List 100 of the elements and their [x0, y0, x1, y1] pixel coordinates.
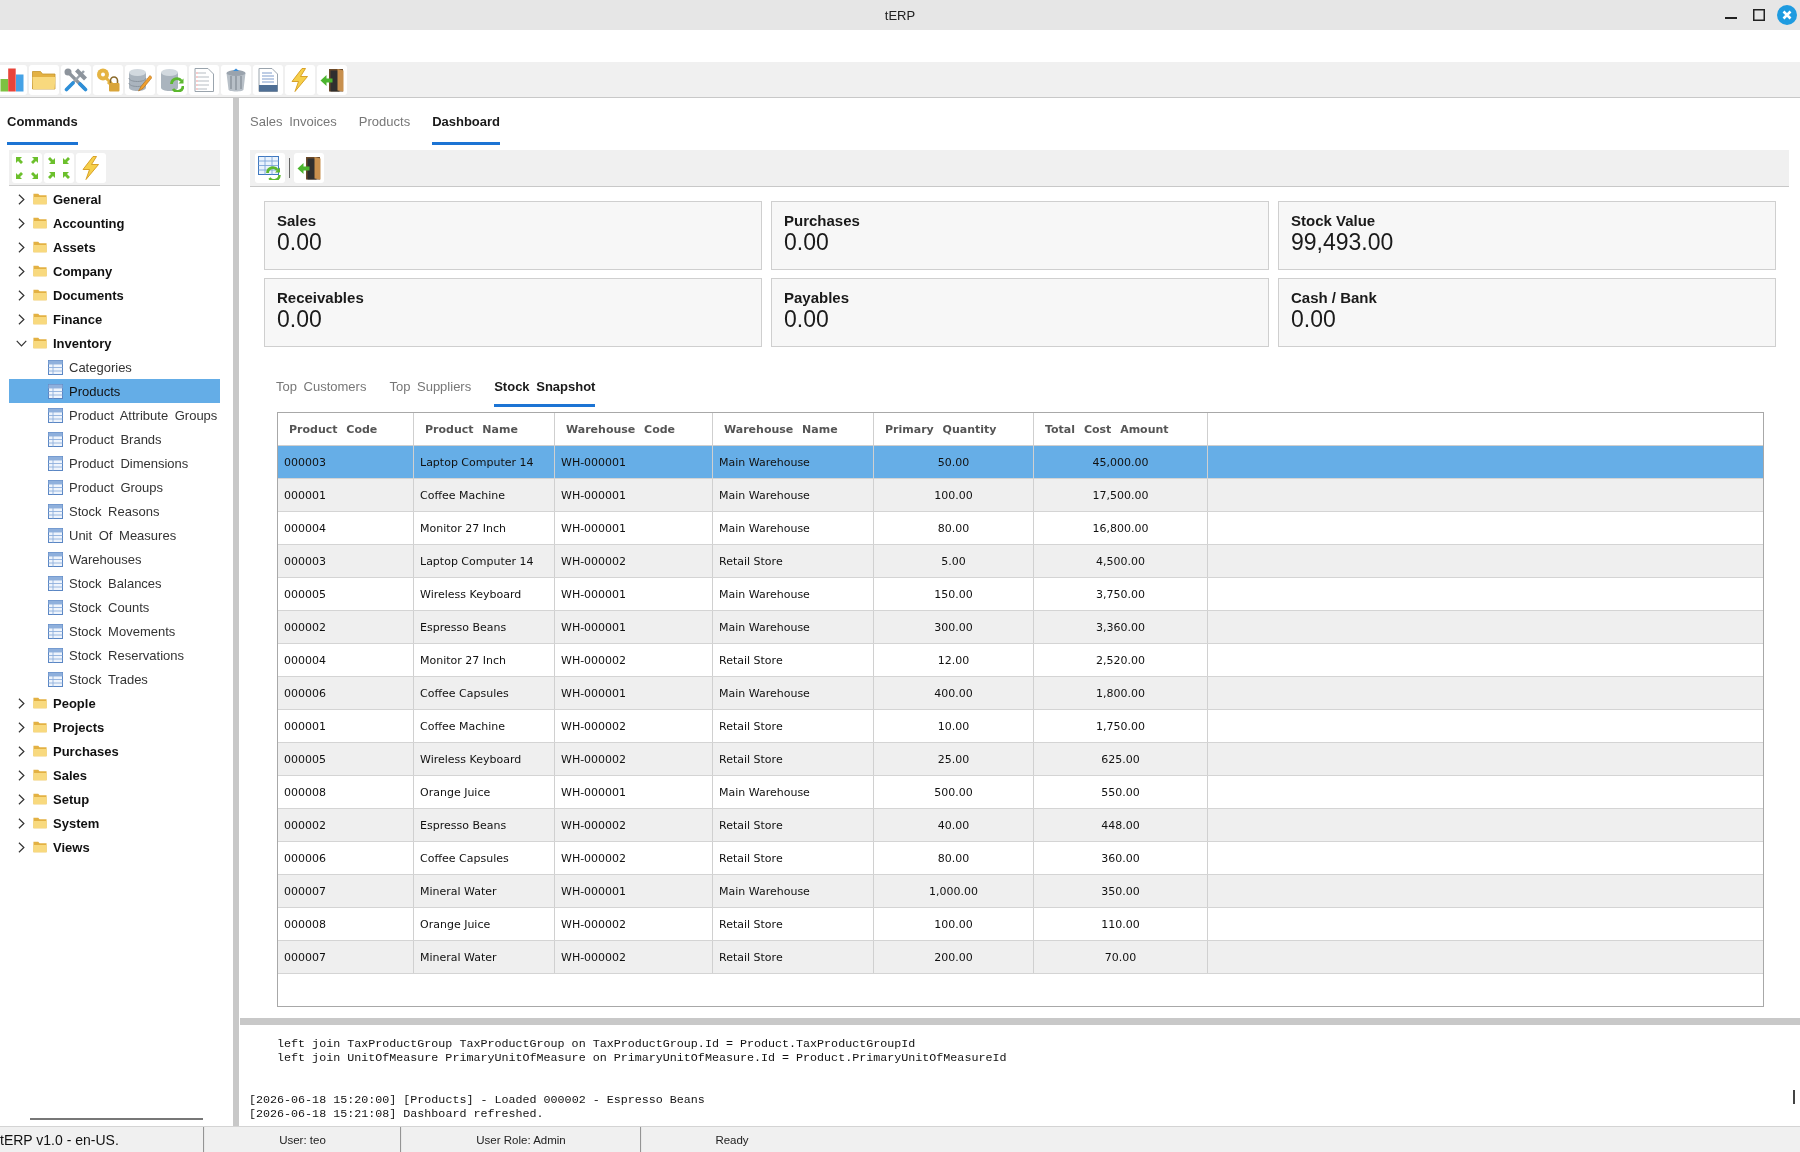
table-cell: Laptop Computer 14: [414, 545, 555, 577]
exit-button[interactable]: [294, 153, 324, 183]
table-row[interactable]: 000006 Coffee Capsules WH-000001 Main Warehouse 400.00 1,800.00: [278, 677, 1763, 710]
table-cell: 448.00: [1034, 809, 1208, 841]
tree-item[interactable]: Warehouses: [9, 547, 220, 571]
table-icon: [48, 455, 63, 471]
tree-item[interactable]: Stock Reasons: [9, 499, 220, 523]
table-icon: [48, 623, 63, 639]
card-label: Receivables: [277, 288, 364, 307]
tree-item[interactable]: Stock Reservations: [9, 643, 220, 667]
tree-item[interactable]: Accounting: [9, 211, 220, 235]
tree-item[interactable]: Documents: [9, 283, 220, 307]
table-cell: 000004: [278, 644, 414, 676]
card-value: 0.00: [1291, 307, 1336, 332]
tree-item[interactable]: Projects: [9, 715, 220, 739]
table-row[interactable]: 000003 Laptop Computer 14 WH-000002 Retail Store 5.00 4,500.00: [278, 545, 1763, 578]
table-row[interactable]: 000002 Espresso Beans WH-000002 Retail Store 40.00 448.00: [278, 809, 1763, 842]
tree-item[interactable]: Stock Balances: [9, 571, 220, 595]
tree-item[interactable]: System: [9, 811, 220, 835]
tree-item[interactable]: Product Brands: [9, 427, 220, 451]
tab[interactable]: Products: [358, 98, 411, 145]
tab[interactable]: Commands: [7, 98, 78, 145]
table-icon: [48, 359, 63, 375]
tab[interactable]: Top Customers: [276, 366, 367, 407]
version-label: tERP v1.0 - en-US.: [0, 1131, 119, 1148]
tree-item[interactable]: Product Groups: [9, 475, 220, 499]
table-cell: 000004: [278, 512, 414, 544]
tree-item[interactable]: Product Dimensions: [9, 451, 220, 475]
table-cell: Espresso Beans: [414, 611, 555, 643]
table-cell: Coffee Capsules: [414, 677, 555, 709]
table-row[interactable]: 000002 Espresso Beans WH-000001 Main Warehouse 300.00 3,360.00: [278, 611, 1763, 644]
table-icon: [48, 431, 63, 447]
table-row[interactable]: 000001 Coffee Machine WH-000001 Main Warehouse 100.00 17,500.00: [278, 479, 1763, 512]
table-row[interactable]: 000001 Coffee Machine WH-000002 Retail Store 10.00 1,750.00: [278, 710, 1763, 743]
folder-icon: [33, 265, 47, 277]
tree-item[interactable]: Purchases: [9, 739, 220, 763]
table-cell: WH-000002: [555, 809, 713, 841]
table-icon: [48, 671, 63, 687]
card-value: 0.00: [277, 230, 322, 255]
table-row[interactable]: 000008 Orange Juice WH-000001 Main Warehouse 500.00 550.00: [278, 776, 1763, 809]
table-row[interactable]: 000004 Monitor 27 Inch WH-000001 Main Warehouse 80.00 16,800.00: [278, 512, 1763, 545]
card-value: 0.00: [277, 307, 322, 332]
tree-item[interactable]: Sales: [9, 763, 220, 787]
tree-item[interactable]: Views: [9, 835, 220, 859]
table-cell: 1,000.00: [874, 875, 1034, 907]
table-cell: Wireless Keyboard: [414, 578, 555, 610]
table-cell: 625.00: [1034, 743, 1208, 775]
toolbar-button[interactable]: [317, 64, 347, 95]
close-icon: [1777, 5, 1797, 25]
tree-item[interactable]: Finance: [9, 307, 220, 331]
table-cell: Coffee Machine: [414, 710, 555, 742]
tools-icon: [64, 67, 88, 92]
table-cell: WH-000002: [555, 545, 713, 577]
refresh-button[interactable]: [255, 153, 285, 183]
tree-item[interactable]: Product Attribute Groups: [9, 403, 220, 427]
tree-item[interactable]: Products: [9, 379, 220, 403]
table-row[interactable]: 000007 Mineral Water WH-000001 Main Warehouse 1,000.00 350.00: [278, 875, 1763, 908]
folder-icon: [33, 841, 47, 853]
close-button[interactable]: [1777, 5, 1797, 25]
tree-item[interactable]: Inventory: [9, 331, 220, 355]
tree-item[interactable]: Unit Of Measures: [9, 523, 220, 547]
table-row[interactable]: 000004 Monitor 27 Inch WH-000002 Retail Store 12.00 2,520.00: [278, 644, 1763, 677]
table-cell: 200.00: [874, 941, 1034, 973]
exit-door-icon: [297, 156, 321, 180]
status-label: Ready: [715, 1133, 749, 1146]
folder-icon: [33, 721, 47, 733]
table-cell: 25.00: [874, 743, 1034, 775]
folder-icon: [33, 241, 47, 253]
tab[interactable]: Stock Snapshot: [494, 366, 596, 407]
tree-item[interactable]: Setup: [9, 787, 220, 811]
tree-item[interactable]: People: [9, 691, 220, 715]
table-row[interactable]: 000007 Mineral Water WH-000002 Retail Store 200.00 70.00: [278, 941, 1763, 974]
trash-can-icon: [224, 67, 248, 92]
tree-item[interactable]: Stock Trades: [9, 667, 220, 691]
table-cell: WH-000001: [555, 512, 713, 544]
table-cell: Main Warehouse: [713, 479, 874, 511]
table-row[interactable]: 000005 Wireless Keyboard WH-000002 Retail Store 25.00 625.00: [278, 743, 1763, 776]
tree-item[interactable]: Assets: [9, 235, 220, 259]
table-row[interactable]: 000005 Wireless Keyboard WH-000001 Main Warehouse 150.00 3,750.00: [278, 578, 1763, 611]
tab[interactable]: Sales Invoices: [250, 98, 337, 145]
tree-item[interactable]: Stock Movements: [9, 619, 220, 643]
table-row[interactable]: 000006 Coffee Capsules WH-000002 Retail Store 80.00 360.00: [278, 842, 1763, 875]
table-row[interactable]: 000008 Orange Juice WH-000002 Retail Store 100.00 110.00: [278, 908, 1763, 941]
tab[interactable]: Top Suppliers: [389, 366, 472, 407]
expand-button[interactable]: [12, 152, 42, 183]
table-icon: [48, 551, 63, 567]
table-cell: 1,750.00: [1034, 710, 1208, 742]
column-header: Warehouse Name: [713, 413, 874, 445]
card-label: Sales: [277, 211, 317, 230]
tree-item[interactable]: Categories: [9, 355, 220, 379]
tree-item[interactable]: Stock Counts: [9, 595, 220, 619]
table-row[interactable]: 000003 Laptop Computer 14 WH-000001 Main Warehouse 50.00 45,000.00: [278, 446, 1763, 479]
tab[interactable]: Dashboard: [432, 98, 501, 145]
vertical-scrollbar[interactable]: [1793, 1090, 1795, 1104]
tree-item[interactable]: Company: [9, 259, 220, 283]
horizontal-scrollbar[interactable]: [30, 1118, 203, 1120]
collapse-button[interactable]: [44, 152, 74, 183]
run-button[interactable]: [76, 152, 106, 183]
folder-icon: [33, 313, 47, 325]
tree-item[interactable]: General: [9, 187, 220, 211]
